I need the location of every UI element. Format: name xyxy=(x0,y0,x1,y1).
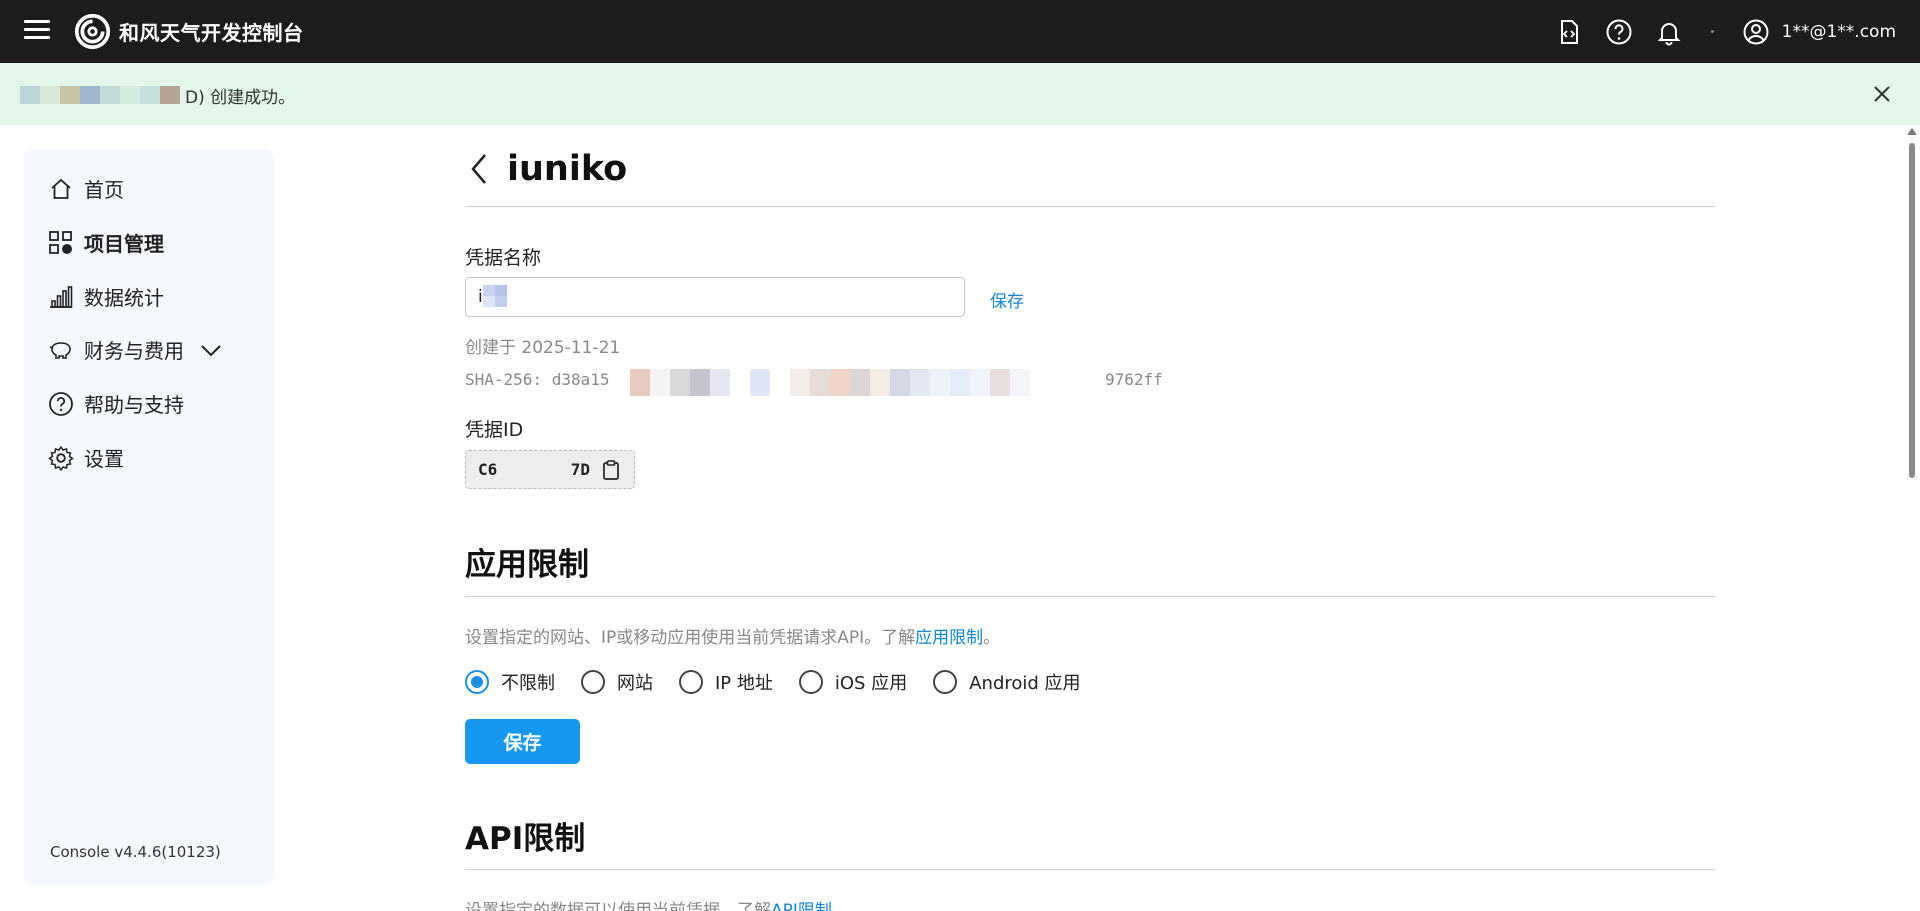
success-banner: D) 创建成功。 xyxy=(0,63,1920,125)
credential-name-input[interactable] xyxy=(465,277,965,317)
app-restriction-title: 应用限制 xyxy=(465,547,589,583)
app-restriction-link[interactable]: 应用限制 xyxy=(915,628,983,648)
radio-button[interactable] xyxy=(679,670,703,694)
sidebar: 首页 项目管理 数据统计 财务与费用 帮助与支持 设置 Console v4.4… xyxy=(24,149,274,885)
user-menu[interactable]: 1**@1**.com xyxy=(1742,18,1896,46)
piggy-bank-icon xyxy=(49,341,71,359)
brand[interactable]: 和风天气开发控制台 xyxy=(74,13,304,50)
sidebar-item-label: 首页 xyxy=(84,178,124,202)
radio-ip-address[interactable]: IP 地址 xyxy=(679,669,773,695)
help-icon[interactable] xyxy=(1605,18,1633,46)
user-email: 1**@1**.com xyxy=(1781,21,1896,42)
created-date: 创建于 2025-11-21 xyxy=(465,338,621,358)
sidebar-item-finance[interactable]: 财务与费用 xyxy=(48,335,222,364)
section-divider xyxy=(465,596,1715,597)
chevron-down-icon[interactable] xyxy=(200,339,222,361)
credential-id-box: C6 7D xyxy=(465,450,635,489)
title-divider xyxy=(465,206,1715,207)
sidebar-item-help[interactable]: 帮助与支持 xyxy=(48,389,184,418)
app-restriction-description: 设置指定的网站、IP或移动应用使用当前凭据请求API。了解应用限制。 xyxy=(465,628,1001,648)
help-icon xyxy=(49,391,73,416)
gear-icon xyxy=(48,445,74,471)
radio-no-restriction[interactable]: 不限制 xyxy=(465,669,555,695)
user-icon xyxy=(1743,19,1769,44)
sidebar-item-label: 财务与费用 xyxy=(84,339,184,363)
sidebar-item-statistics[interactable]: 数据统计 xyxy=(48,282,164,311)
redacted-text xyxy=(483,285,507,307)
sha-256-suffix: 9762ff xyxy=(1105,370,1163,389)
credential-id-start: C6 xyxy=(478,460,498,479)
home-icon xyxy=(51,178,71,199)
scroll-up-arrow-icon[interactable] xyxy=(1907,128,1917,135)
back-arrow-icon[interactable] xyxy=(465,151,495,187)
credential-id-end: 7D xyxy=(570,460,590,479)
sidebar-item-projects[interactable]: 项目管理 xyxy=(48,228,164,257)
code-doc-icon[interactable] xyxy=(1555,18,1583,46)
brand-logo-icon xyxy=(74,13,111,50)
sha-256-prefix: SHA-256: d38a15d xyxy=(465,370,620,389)
sidebar-item-settings[interactable]: 设置 xyxy=(48,443,124,472)
scrollbar-thumb[interactable] xyxy=(1909,143,1915,478)
main-content: iuniko 凭据名称 保存 创建于 2025-11-21 SHA-256: d… xyxy=(465,125,1715,911)
api-restriction-link[interactable]: API限制 xyxy=(771,901,832,911)
radio-button[interactable] xyxy=(933,670,958,694)
api-restriction-title: API限制 xyxy=(465,821,586,857)
radio-button[interactable] xyxy=(798,670,823,694)
api-restriction-description: 设置指定的数据可以使用当前凭据。了解API限制 xyxy=(465,896,832,911)
app-restriction-options: 不限制 网站 IP 地址 iOS 应用 Android 应用 xyxy=(465,669,1107,695)
bar-chart-icon xyxy=(50,285,73,308)
radio-button[interactable] xyxy=(581,670,605,694)
credential-name-label: 凭据名称 xyxy=(465,247,542,269)
radio-website[interactable]: 网站 xyxy=(581,669,653,695)
banner-message: D) 创建成功。 xyxy=(185,88,296,108)
console-version: Console v4.4.6(10123) xyxy=(50,843,221,861)
redacted-text xyxy=(20,86,180,104)
radio-android-app[interactable]: Android 应用 xyxy=(933,669,1081,695)
sidebar-item-label: 项目管理 xyxy=(84,232,164,256)
credential-id-label: 凭据ID xyxy=(465,419,524,441)
page-title: iuniko xyxy=(507,149,628,189)
close-icon[interactable] xyxy=(1870,82,1894,106)
sidebar-item-label: 帮助与支持 xyxy=(84,393,184,417)
scrollbar[interactable] xyxy=(1904,125,1920,911)
radio-ios-app[interactable]: iOS 应用 xyxy=(798,669,907,695)
sidebar-item-label: 数据统计 xyxy=(84,286,164,310)
brand-name: 和风天气开发控制台 xyxy=(119,21,304,45)
bell-icon[interactable] xyxy=(1655,18,1683,46)
separator-dot xyxy=(1710,30,1714,33)
radio-button-checked[interactable] xyxy=(465,670,489,694)
sidebar-item-home[interactable]: 首页 xyxy=(48,174,124,203)
save-button[interactable]: 保存 xyxy=(465,719,580,764)
sidebar-item-label: 设置 xyxy=(84,447,124,471)
section-divider xyxy=(465,869,1715,870)
top-bar: 和风天气开发控制台 1**@1**.com xyxy=(0,0,1920,63)
top-icons: 1**@1**.com xyxy=(1533,0,1896,63)
redacted-text xyxy=(610,369,1070,396)
hamburger-menu-icon[interactable] xyxy=(24,20,50,42)
save-name-link[interactable]: 保存 xyxy=(990,287,1024,312)
grid-icon xyxy=(49,230,72,254)
clipboard-icon[interactable] xyxy=(600,459,622,481)
